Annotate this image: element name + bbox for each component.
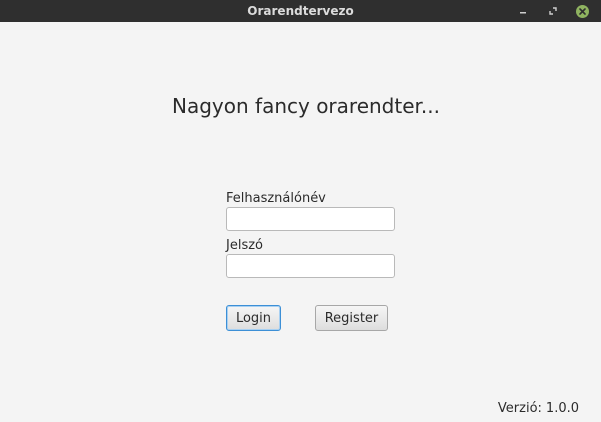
version-label: Verzió: <box>497 401 542 416</box>
title-bar[interactable]: Orarendtervezo <box>0 0 601 22</box>
maximize-button[interactable] <box>545 3 561 19</box>
maximize-icon <box>549 7 557 15</box>
main-content: Nagyon fancy orarendter... Felhasználóné… <box>0 22 601 422</box>
register-button[interactable]: Register <box>315 305 388 331</box>
login-button[interactable]: Login <box>226 305 281 331</box>
version-info: Verzió: 1.0.0 <box>498 401 579 416</box>
close-icon <box>575 4 589 18</box>
close-button[interactable] <box>574 3 590 19</box>
app-window: Orarendtervezo Nagyon fancy orarendter..… <box>0 0 601 422</box>
version-value: 1.0.0 <box>545 401 579 416</box>
minimize-button[interactable] <box>515 3 531 19</box>
window-title: Orarendtervezo <box>247 4 354 18</box>
username-field[interactable] <box>226 207 395 231</box>
minimize-icon <box>520 12 526 14</box>
password-label: Jelszó <box>226 238 263 253</box>
page-title: Nagyon fancy orarendter... <box>172 94 440 118</box>
username-label: Felhasználónév <box>226 191 326 206</box>
password-field[interactable] <box>226 254 395 278</box>
